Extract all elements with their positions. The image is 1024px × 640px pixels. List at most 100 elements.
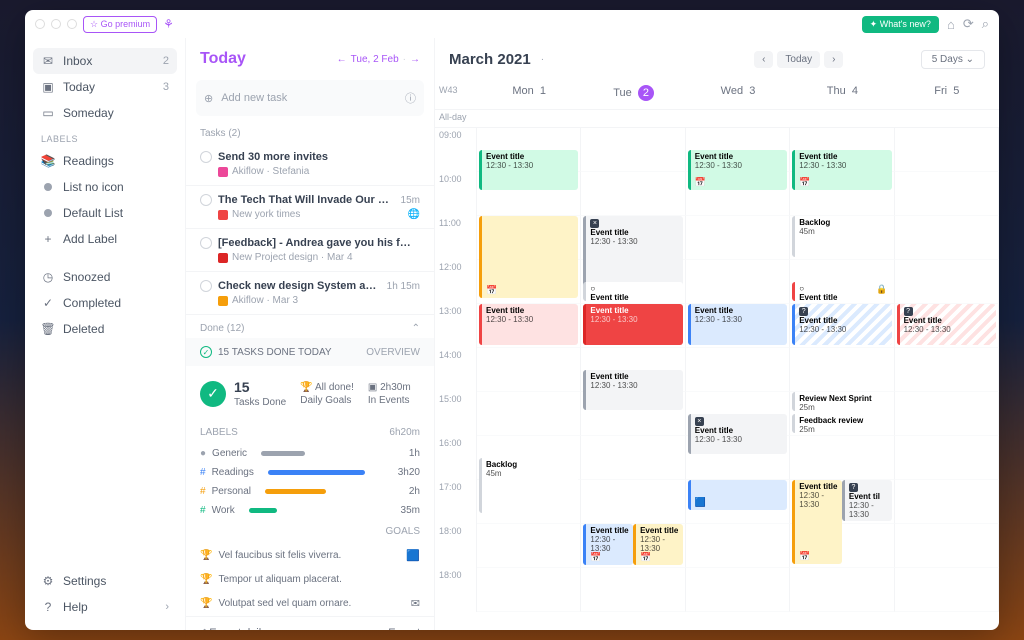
export-button[interactable]: ⇪ Export daily recap Export (186, 616, 434, 630)
day-header[interactable]: Mon 1 (477, 77, 581, 109)
calendar-cell[interactable]: Event title12:30 - 13:30 (581, 348, 685, 392)
calendar-cell[interactable] (686, 172, 790, 216)
calendar-cell[interactable] (477, 392, 581, 436)
calendar-cell[interactable] (477, 348, 581, 392)
done-section-head[interactable]: Done (12) ⌃ (186, 315, 434, 338)
calendar-cell[interactable] (895, 348, 999, 392)
whats-new-button[interactable]: ✦ What's new? (862, 16, 939, 33)
sidebar-item-help[interactable]: ? Help › (33, 594, 177, 620)
calendar-cell[interactable] (477, 524, 581, 568)
calendar-cell[interactable]: 🟦 (686, 480, 790, 524)
calendar-cell[interactable]: Event title12:30 - 13:30📅 (790, 128, 894, 172)
calendar-cell[interactable]: ○ Event title30m (581, 260, 685, 304)
calendar-cell[interactable] (581, 128, 685, 172)
calendar-event[interactable]: Review Next Sprint25m (792, 392, 891, 411)
search-icon[interactable]: ⌕ (982, 16, 989, 32)
calendar-event[interactable]: 🟦 (688, 480, 787, 510)
calendar-cell[interactable] (895, 392, 999, 436)
calendar-cell[interactable] (790, 172, 894, 216)
calendar-event[interactable]: ?Event title12:30 - 13:30 (897, 304, 996, 345)
calendar-cell[interactable]: Event title12:30 - 13:30 (686, 304, 790, 348)
calendar-cell[interactable] (895, 480, 999, 524)
calendar-event[interactable]: Event title12:30 - 13:30 (688, 304, 787, 345)
calendar-cell[interactable] (686, 568, 790, 612)
help-icon[interactable]: ⓘ (405, 90, 416, 106)
calendar-cell[interactable] (895, 216, 999, 260)
calendar-event[interactable]: Feedback review25m (792, 414, 891, 433)
calendar-cell[interactable] (686, 216, 790, 260)
sidebar-label-item[interactable]: List no icon (33, 174, 177, 200)
calendar-cell[interactable] (895, 436, 999, 480)
calendar-event[interactable]: ○ Event title30m🔒 (792, 282, 891, 301)
notification-icon[interactable]: ⌂ (947, 17, 955, 32)
calendar-cell[interactable]: Event title12:30 - 13:30 (477, 304, 581, 348)
sidebar-item-completed[interactable]: ✓ Completed (33, 290, 177, 316)
calendar-event[interactable]: ○ Event title30m (583, 282, 682, 301)
sidebar-item-snoozed[interactable]: ◷ Snoozed (33, 264, 177, 290)
next-day-button[interactable]: → (410, 54, 420, 65)
calendar-cell[interactable]: Review Next Sprint25m Feedback review25m (790, 392, 894, 436)
current-date[interactable]: Tue, 2 Feb (351, 54, 399, 65)
cal-today-button[interactable]: Today (777, 51, 820, 68)
calendar-cell[interactable] (581, 568, 685, 612)
view-selector[interactable]: 5 Days ⌄ (921, 50, 985, 69)
calendar-cell[interactable] (895, 524, 999, 568)
calendar-cell[interactable] (790, 348, 894, 392)
calendar-cell[interactable] (686, 260, 790, 304)
calendar-cell[interactable]: ?Event title12:30 - 13:30 (895, 304, 999, 348)
calendar-event[interactable]: Event title12:30 - 13:30📅 (633, 524, 683, 565)
cal-next-button[interactable]: › (824, 51, 843, 68)
done-summary-header[interactable]: ✓ 15 TASKS DONE TODAY OVERVIEW (186, 338, 434, 366)
min-dot[interactable] (51, 19, 61, 29)
calendar-cell[interactable] (581, 480, 685, 524)
sidebar-item-settings[interactable]: ⚙ Settings (33, 568, 177, 594)
cal-prev-button[interactable]: ‹ (754, 51, 773, 68)
gift-icon[interactable]: ⚘ (163, 17, 174, 31)
calendar-cell[interactable]: Event title12:30 - 13:30📅 (686, 128, 790, 172)
calendar-cell[interactable] (477, 260, 581, 304)
calendar-cell[interactable] (790, 436, 894, 480)
task-checkbox[interactable] (200, 237, 212, 249)
calendar-event[interactable]: Event title12:30 - 13:30📅 (583, 524, 633, 565)
max-dot[interactable] (67, 19, 77, 29)
task-checkbox[interactable] (200, 280, 212, 292)
calendar-cell[interactable] (790, 524, 894, 568)
add-label-button[interactable]: + Add Label (33, 226, 177, 252)
sidebar-item-inbox[interactable]: ✉ Inbox 2 (33, 48, 177, 74)
prev-day-button[interactable]: ← (337, 54, 347, 65)
calendar-cell[interactable] (895, 172, 999, 216)
calendar-cell[interactable] (895, 568, 999, 612)
calendar-event[interactable]: Backlog45m (792, 216, 891, 257)
sidebar-label-item[interactable]: 📚Readings (33, 148, 177, 174)
calendar-cell[interactable] (581, 392, 685, 436)
calendar-cell[interactable]: Event title12:30 - 13:30📅?Event til12:30… (790, 480, 894, 524)
task-checkbox[interactable] (200, 194, 212, 206)
calendar-cell[interactable] (895, 128, 999, 172)
day-header[interactable]: Wed 3 (686, 77, 790, 109)
calendar-cell[interactable]: 📅 (477, 216, 581, 260)
calendar-cell[interactable]: Event title12:30 - 13:30📅Event title12:3… (581, 524, 685, 568)
day-header[interactable]: Thu 4 (790, 77, 894, 109)
task-item[interactable]: [Feedback] - Andrea gave you his fee...N… (186, 229, 434, 272)
calendar-event[interactable]: ?Event title12:30 - 13:30 (792, 304, 891, 345)
calendar-cell[interactable] (686, 348, 790, 392)
calendar-cell[interactable] (686, 436, 790, 480)
calendar-cell[interactable]: Backlog45m (477, 436, 581, 480)
calendar-cell[interactable] (477, 480, 581, 524)
sync-icon[interactable]: ⟳ (963, 16, 974, 32)
calendar-cell[interactable]: Event title12:30 - 13:30 (477, 128, 581, 172)
calendar-cell[interactable]: ?Event title12:30 - 13:30 (790, 304, 894, 348)
calendar-cell[interactable] (581, 436, 685, 480)
task-item[interactable]: Check new design System and impro...1h 1… (186, 272, 434, 315)
task-item[interactable]: The Tech That Will Invade Our Lives i...… (186, 186, 434, 229)
calendar-cell[interactable] (790, 568, 894, 612)
sidebar-item-someday[interactable]: ▭ Someday (33, 100, 177, 126)
calendar-cell[interactable] (477, 568, 581, 612)
calendar-event[interactable]: Event title12:30 - 13:30 (479, 304, 578, 345)
sidebar-item-deleted[interactable]: 🗑 Deleted (33, 316, 177, 342)
calendar-cell[interactable]: Backlog45m (790, 216, 894, 260)
sidebar-label-item[interactable]: Default List (33, 200, 177, 226)
calendar-event[interactable]: ?Event til12:30 - 13:30 (842, 480, 892, 521)
calendar-cell[interactable] (581, 172, 685, 216)
calendar-event[interactable]: Event title12:30 - 13:30 (583, 304, 682, 345)
